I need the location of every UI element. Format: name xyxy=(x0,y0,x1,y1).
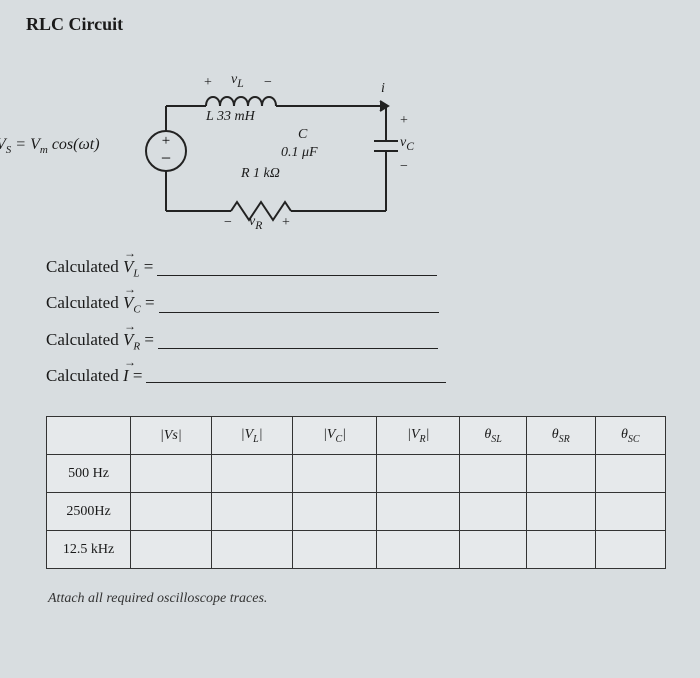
cell[interactable] xyxy=(377,455,460,493)
vR-label: vR xyxy=(249,214,262,232)
results-table: |Vs| |VL| |VC| |VR| θSL θSR θSC 500 Hz 2… xyxy=(46,416,666,569)
vL-label: vL xyxy=(231,72,244,90)
calc-line-i: Calculated I = xyxy=(46,366,674,386)
cell[interactable] xyxy=(595,493,665,531)
cell[interactable] xyxy=(211,493,292,531)
vR-plus: + xyxy=(282,215,290,231)
R-label: R 1 kΩ xyxy=(241,166,280,182)
cell[interactable] xyxy=(460,455,527,493)
C-value: 0.1 μF xyxy=(281,145,318,161)
row-2500hz: 2500Hz xyxy=(47,493,131,531)
th-blank xyxy=(47,417,131,455)
cell[interactable] xyxy=(526,455,595,493)
C-letter: C xyxy=(298,127,307,143)
cell[interactable] xyxy=(131,493,212,531)
th-vl: |VL| xyxy=(211,417,292,455)
cell[interactable] xyxy=(211,531,292,569)
th-tsl: θSL xyxy=(460,417,527,455)
i-label: i xyxy=(381,81,385,97)
calc-line-vr: Calculated VR = xyxy=(46,330,674,352)
row-12k5hz: 12.5 kHz xyxy=(47,531,131,569)
svg-text:−: − xyxy=(161,148,171,168)
vC-minus: − xyxy=(400,159,408,175)
cell[interactable] xyxy=(460,531,527,569)
cell[interactable] xyxy=(211,455,292,493)
table-row: 12.5 kHz xyxy=(47,531,666,569)
vL-minus: − xyxy=(264,75,272,91)
blank-vr[interactable] xyxy=(158,348,438,349)
calc-line-vl: Calculated VL = xyxy=(46,257,674,279)
page-title: RLC Circuit xyxy=(26,14,674,35)
cell[interactable] xyxy=(595,455,665,493)
th-tsr: θSR xyxy=(526,417,595,455)
blank-i[interactable] xyxy=(146,382,446,383)
cell[interactable] xyxy=(526,531,595,569)
row-500hz: 500 Hz xyxy=(47,455,131,493)
circuit-diagram: VS = Vm cos(ωt) xyxy=(86,51,466,241)
vL-plus: + xyxy=(204,75,212,91)
table-row: 500 Hz xyxy=(47,455,666,493)
th-vs: |Vs| xyxy=(131,417,212,455)
vR-minus: − xyxy=(224,215,232,231)
svg-text:+: + xyxy=(162,133,170,149)
cell[interactable] xyxy=(292,493,377,531)
calculated-block: Calculated VL = Calculated VC = Calculat… xyxy=(46,257,674,386)
cell[interactable] xyxy=(526,493,595,531)
footnote: Attach all required oscilloscope traces. xyxy=(48,591,674,607)
th-vr: |VR| xyxy=(377,417,460,455)
cell[interactable] xyxy=(460,493,527,531)
vC-label: vC xyxy=(400,135,414,153)
cell[interactable] xyxy=(292,455,377,493)
table-row: 2500Hz xyxy=(47,493,666,531)
cell[interactable] xyxy=(595,531,665,569)
table-header-row: |Vs| |VL| |VC| |VR| θSL θSR θSC xyxy=(47,417,666,455)
source-label: VS = Vm cos(ωt) xyxy=(0,136,100,156)
cell[interactable] xyxy=(377,531,460,569)
cell[interactable] xyxy=(131,531,212,569)
th-tsc: θSC xyxy=(595,417,665,455)
blank-vl[interactable] xyxy=(157,275,437,276)
th-vc: |VC| xyxy=(292,417,377,455)
L-label: L 33 mH xyxy=(206,109,255,125)
vC-plus: + xyxy=(400,113,408,129)
cell[interactable] xyxy=(292,531,377,569)
calc-line-vc: Calculated VC = xyxy=(46,293,674,315)
cell[interactable] xyxy=(377,493,460,531)
blank-vc[interactable] xyxy=(159,312,439,313)
cell[interactable] xyxy=(131,455,212,493)
